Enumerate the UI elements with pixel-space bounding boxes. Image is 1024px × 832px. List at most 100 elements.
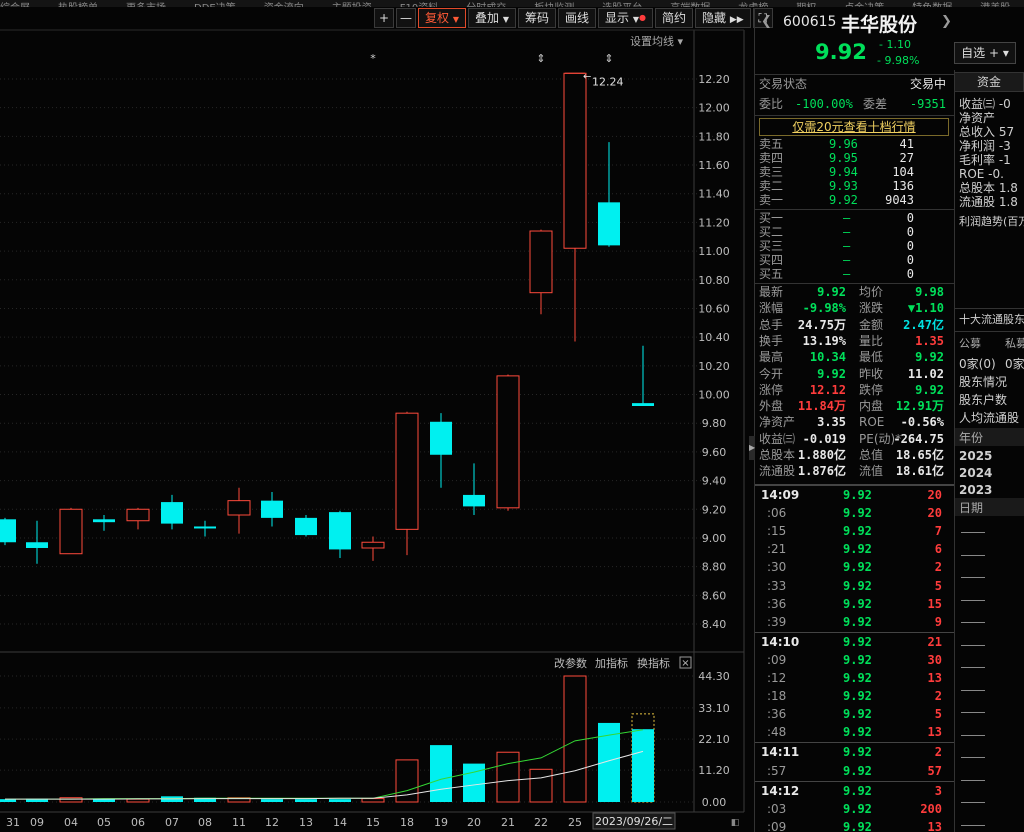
bid-row[interactable]: 买三 — 0 xyxy=(759,239,950,253)
event-marker-icon[interactable]: * xyxy=(370,52,376,65)
candle[interactable] xyxy=(126,507,150,530)
hide-button[interactable]: 隐藏 ▶▶ xyxy=(695,8,751,28)
ask-row[interactable]: 卖四 9.95 27 xyxy=(759,151,950,165)
zoom-out-button[interactable]: — xyxy=(396,8,416,28)
high-price-annotation: 12.24 xyxy=(592,75,624,88)
year-item[interactable]: 2023 xyxy=(959,482,1024,498)
top-holders-title[interactable]: 十大流通股东 xyxy=(959,312,1024,328)
candle[interactable] xyxy=(563,72,587,342)
quote-label: 涨跌 xyxy=(859,301,884,316)
volume-bar[interactable] xyxy=(430,745,452,802)
ask-row[interactable]: 卖五 9.96 41 xyxy=(759,137,950,151)
tick-row: :09 9.92 30 xyxy=(759,651,950,669)
year-item[interactable]: 2025 xyxy=(959,448,1024,464)
tick-volume: 2 xyxy=(934,745,942,760)
bid-row[interactable]: 买五 — 0 xyxy=(759,267,950,281)
candle[interactable] xyxy=(632,345,654,406)
price-tick-label: 9.80 xyxy=(702,417,727,430)
tick-price: 9.92 xyxy=(843,560,872,575)
candle[interactable] xyxy=(430,413,452,488)
fuquan-dropdown[interactable]: 复权 ▼ xyxy=(418,8,466,28)
volume-bar[interactable] xyxy=(59,797,83,803)
volume-bar[interactable] xyxy=(329,799,351,802)
tick-volume: 3 xyxy=(934,783,942,798)
candle[interactable] xyxy=(194,520,216,537)
chips-button[interactable]: 筹码 xyxy=(518,8,557,28)
event-marker-icon[interactable]: ⇕ xyxy=(536,52,545,65)
volume-bar[interactable] xyxy=(261,799,283,802)
ask-volume: 27 xyxy=(899,151,914,165)
volume-bar[interactable] xyxy=(361,798,385,803)
tick-row: :57 9.92 57 xyxy=(759,762,950,780)
ask-row[interactable]: 卖一 9.92 9043 xyxy=(759,193,950,207)
volume-bar[interactable] xyxy=(463,763,485,802)
overlay-dropdown[interactable]: 叠加 ▼ xyxy=(468,8,516,28)
volume-bar[interactable] xyxy=(632,729,654,802)
holders-tab[interactable]: 私募 xyxy=(1005,336,1024,352)
quote-label: 收益㈢ xyxy=(759,431,796,446)
tick-time: :33 xyxy=(767,578,787,593)
chevron-right-icon[interactable]: ❯ xyxy=(941,14,952,29)
candle[interactable] xyxy=(93,515,115,531)
candle[interactable] xyxy=(496,374,520,511)
quote-label: 总值 xyxy=(859,448,884,462)
tab-capital[interactable]: 资金 xyxy=(954,72,1024,92)
candle[interactable] xyxy=(161,494,183,530)
draw-button[interactable]: 画线 xyxy=(558,8,597,28)
volume-bar[interactable] xyxy=(126,798,150,803)
zoom-in-button[interactable]: + xyxy=(374,8,394,28)
add-watchlist-button[interactable]: 自选 + ▾ xyxy=(954,42,1016,64)
date-placeholder-line xyxy=(961,599,985,601)
ma-settings-link[interactable]: 设置均线 ▾ xyxy=(630,34,683,48)
candle[interactable] xyxy=(598,142,620,247)
notification-dot-icon: ● xyxy=(639,13,647,22)
ask-row[interactable]: 卖二 9.93 136 xyxy=(759,179,950,193)
candle[interactable] xyxy=(395,411,419,556)
quote-value: -0.019 xyxy=(802,431,846,446)
display-dropdown[interactable]: 显示 ▼● xyxy=(598,8,654,28)
tick-time: 14:09 xyxy=(761,488,800,502)
year-item[interactable]: 2024 xyxy=(959,465,1024,481)
ask-row[interactable]: 卖三 9.94 104 xyxy=(759,165,950,179)
price-tick-label: 8.40 xyxy=(702,618,727,631)
chevron-left-icon[interactable]: ❮ xyxy=(761,14,772,29)
candle[interactable] xyxy=(463,463,485,515)
date-placeholder-line xyxy=(961,554,985,556)
profit-trend-title[interactable]: 利润趋势(百万 xyxy=(959,214,1024,230)
candle[interactable] xyxy=(26,520,48,564)
level10-promo-link[interactable]: 仅需20元查看十档行情 xyxy=(759,118,949,136)
collapse-icon[interactable]: ◧ xyxy=(731,818,740,828)
volume-bar[interactable] xyxy=(529,768,553,803)
holders-info-row: 人均流通股 xyxy=(959,411,1020,425)
candle[interactable] xyxy=(0,517,16,546)
add-indicator-link[interactable]: 加指标 xyxy=(595,656,628,670)
bid-row[interactable]: 买一 — 0 xyxy=(759,211,950,225)
panel-toggle-handle[interactable]: ▶ xyxy=(749,436,755,460)
candle[interactable] xyxy=(295,515,317,537)
event-marker-icon[interactable]: ⇕ xyxy=(604,52,613,65)
tick-row: 14:12 9.92 3 xyxy=(759,782,950,800)
quote-value: 9.92 xyxy=(817,285,846,299)
price-change: - 1.10 xyxy=(879,38,911,51)
simple-button[interactable]: 简约 xyxy=(655,8,694,28)
candle[interactable] xyxy=(261,492,283,527)
change-params-link[interactable]: 改参数 xyxy=(554,656,587,670)
switch-indicator-link[interactable]: 换指标 xyxy=(637,656,670,670)
tick-row: :30 9.92 2 xyxy=(759,558,950,576)
volume-bar[interactable] xyxy=(496,751,520,803)
date-placeholder-line xyxy=(961,779,985,781)
candle[interactable] xyxy=(361,536,385,561)
candle[interactable] xyxy=(227,487,251,534)
bid-row[interactable]: 买四 — 0 xyxy=(759,253,950,267)
kline-chart[interactable]: 12.20 12.00 11.80 11.60 11.40 11.20 11.00 10.80… xyxy=(0,0,754,832)
volume-bar[interactable] xyxy=(295,799,317,802)
close-icon-glyph: × xyxy=(681,658,689,669)
candle[interactable] xyxy=(59,507,83,555)
volume-bar[interactable] xyxy=(563,675,587,803)
tick-price: 9.92 xyxy=(843,488,872,502)
ask-label: 卖二 xyxy=(759,179,784,193)
candle[interactable] xyxy=(329,510,351,559)
bid-row[interactable]: 买二 — 0 xyxy=(759,225,950,239)
candle-body xyxy=(395,412,419,530)
candle[interactable] xyxy=(529,229,553,315)
